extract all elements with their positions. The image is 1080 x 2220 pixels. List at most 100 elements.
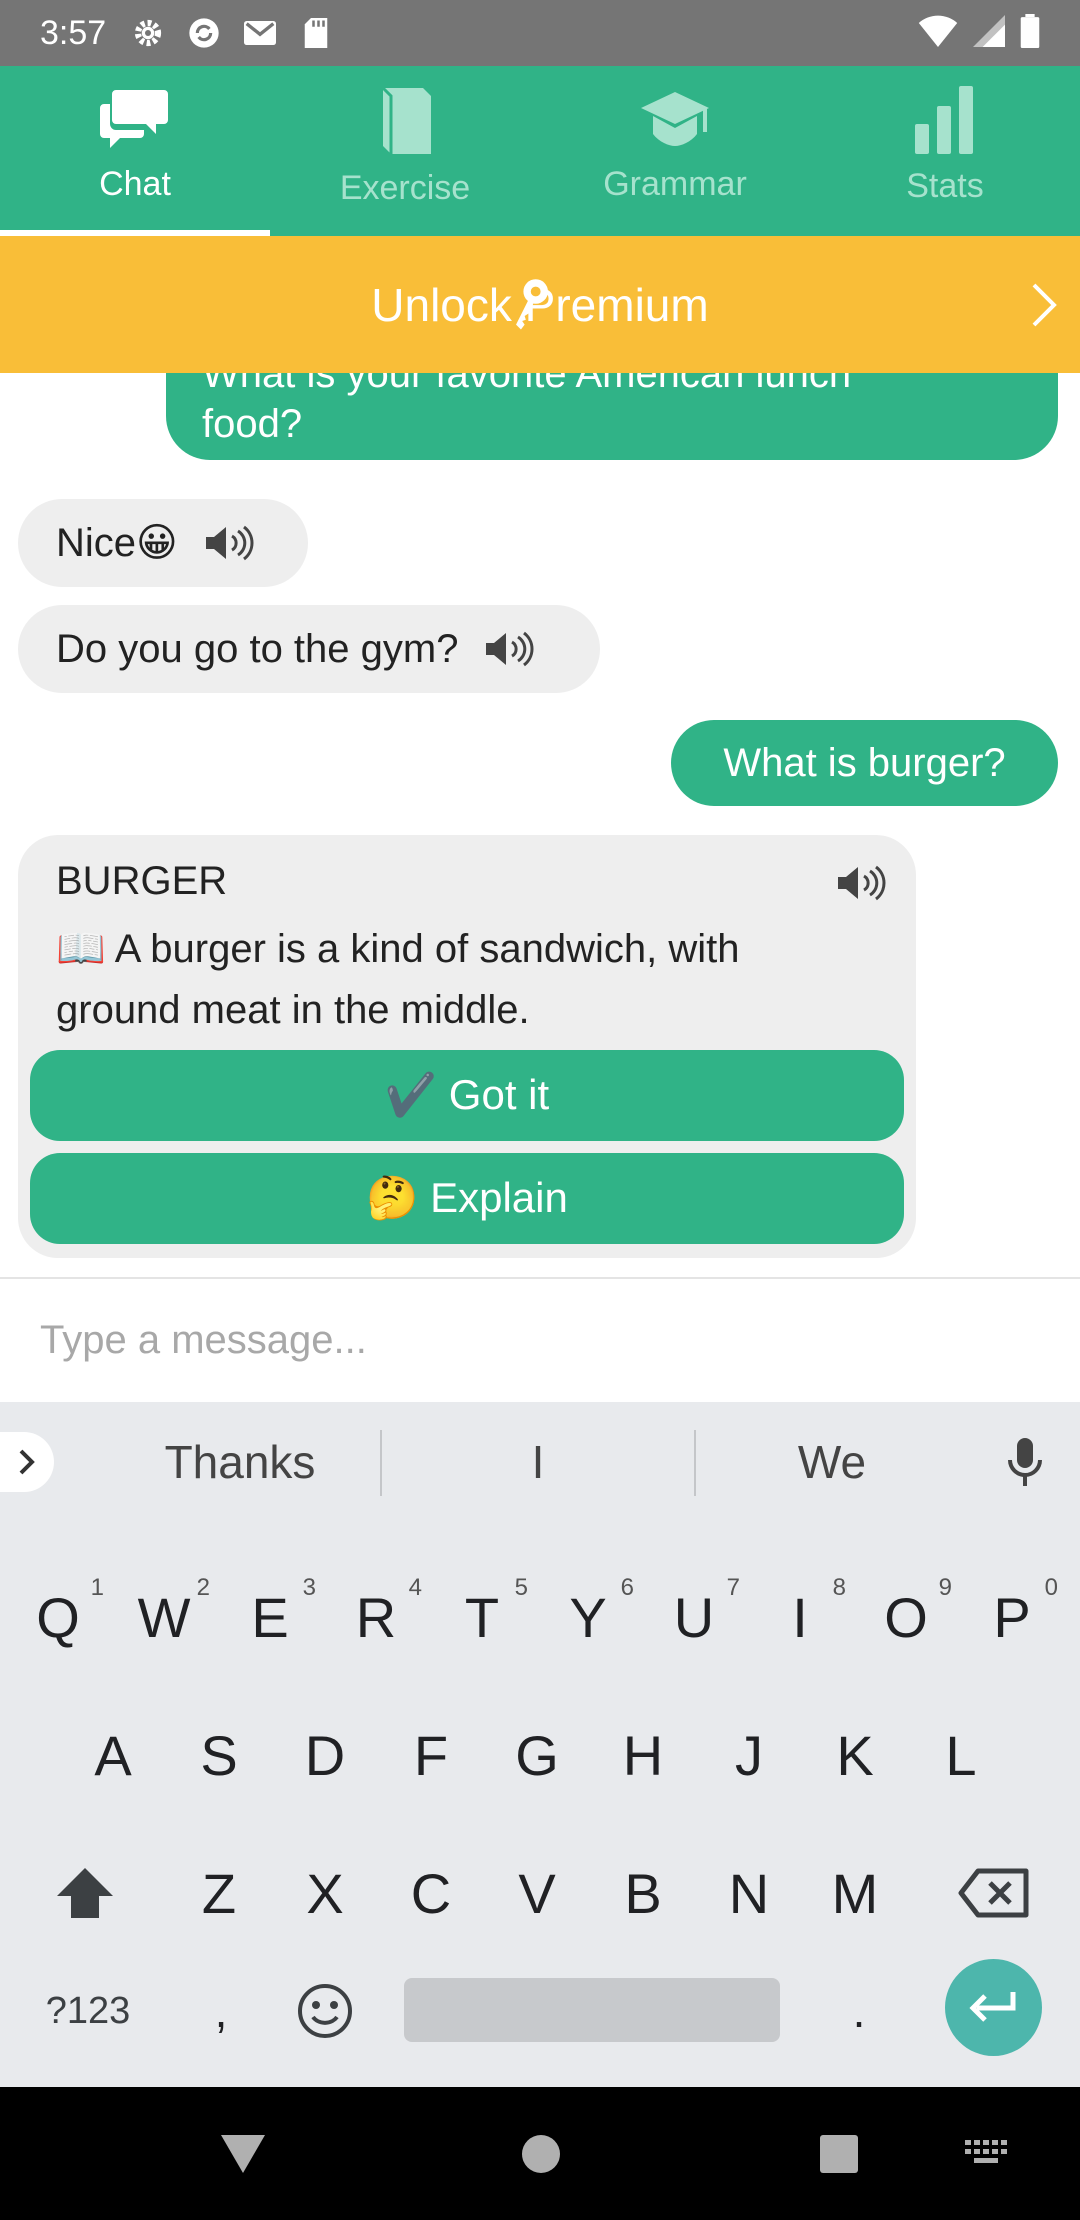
key-d[interactable]: D <box>284 1710 366 1800</box>
key-z[interactable]: Z <box>178 1848 260 1938</box>
key-q[interactable]: Q1 <box>20 1572 104 1662</box>
key-label: T <box>464 1585 500 1649</box>
enter-key[interactable] <box>945 1959 1042 2056</box>
period-key[interactable]: . <box>818 1966 900 2056</box>
got-it-button[interactable]: ✔️ Got it <box>30 1050 904 1141</box>
key-s[interactable]: S <box>178 1710 260 1800</box>
message-text: Do you go to the gym? <box>56 626 459 671</box>
tab-label: Grammar <box>603 165 747 203</box>
chevron-right-icon <box>1030 282 1058 339</box>
suggestion-thanks[interactable]: Thanks <box>100 1402 380 1522</box>
key-w[interactable]: W2 <box>126 1572 210 1662</box>
key-f[interactable]: F <box>390 1710 472 1800</box>
message-text: What is burger? <box>723 740 1006 785</box>
key-a[interactable]: A <box>72 1710 154 1800</box>
message-input-bar <box>0 1277 1080 1402</box>
key-x[interactable]: X <box>284 1848 366 1938</box>
key-hint: 7 <box>726 1574 740 1601</box>
settings-gear-icon <box>132 17 164 49</box>
symbols-key[interactable]: ?123 <box>28 1966 148 2056</box>
chat-icon <box>100 86 170 157</box>
key-label: U <box>673 1585 715 1649</box>
key-g[interactable]: G <box>496 1710 578 1800</box>
key-hint: 5 <box>514 1574 528 1601</box>
key-y[interactable]: Y6 <box>550 1572 634 1662</box>
space-bar[interactable] <box>404 1978 780 2042</box>
definition-card: BURGER 📖 A burger is a kind of sandwich,… <box>18 835 916 1258</box>
chat-area[interactable]: What is your favorite American lunch foo… <box>0 373 1080 1278</box>
suggestion-i[interactable]: I <box>382 1402 694 1522</box>
microphone-icon[interactable] <box>990 1402 1060 1522</box>
speaker-icon[interactable] <box>484 631 534 667</box>
key-label: I <box>792 1585 808 1649</box>
message-input[interactable] <box>38 1317 938 1364</box>
key-u[interactable]: U7 <box>656 1572 740 1662</box>
chat-message-user: What is burger? <box>671 720 1058 806</box>
key-m[interactable]: M <box>814 1848 896 1938</box>
key-hint: 6 <box>620 1574 634 1601</box>
tab-exercise[interactable]: Exercise <box>270 66 540 236</box>
explain-button[interactable]: 🤔 Explain <box>30 1153 904 1244</box>
home-circle-icon[interactable] <box>498 2087 584 2220</box>
shift-key[interactable] <box>40 1848 130 1938</box>
key-hint: 3 <box>302 1574 316 1601</box>
gmail-icon <box>244 17 277 49</box>
key-c[interactable]: C <box>390 1848 472 1938</box>
key-o[interactable]: O9 <box>868 1572 952 1662</box>
key-b[interactable]: B <box>602 1848 684 1938</box>
tab-grammar[interactable]: Grammar <box>540 66 810 236</box>
key-hint: 8 <box>832 1574 846 1601</box>
key-n[interactable]: N <box>708 1848 790 1938</box>
tab-chat[interactable]: Chat <box>0 66 270 236</box>
key-hint: 1 <box>90 1574 104 1601</box>
definition-word: BURGER <box>56 859 228 903</box>
speaker-icon[interactable] <box>204 525 254 561</box>
key-hint: 0 <box>1044 1574 1058 1601</box>
cell-signal-icon <box>972 14 1006 52</box>
expand-toolbar-button[interactable] <box>0 1432 54 1492</box>
key-r[interactable]: R4 <box>338 1572 422 1662</box>
back-triangle-icon[interactable] <box>200 2087 286 2220</box>
chat-message-bot: Do you go to the gym? <box>18 605 600 693</box>
key-label: E <box>251 1585 289 1649</box>
key-label: W <box>137 1585 191 1649</box>
key-p[interactable]: P0 <box>974 1572 1058 1662</box>
sync-app-icon <box>188 17 220 49</box>
key-h[interactable]: H <box>602 1710 684 1800</box>
key-e[interactable]: E3 <box>232 1572 316 1662</box>
chat-message-bot: Nice😀 <box>18 499 308 587</box>
speaker-icon[interactable] <box>836 865 886 906</box>
key-j[interactable]: J <box>708 1710 790 1800</box>
key-k[interactable]: K <box>814 1710 896 1800</box>
key-t[interactable]: T5 <box>444 1572 528 1662</box>
status-bar: 3:57 <box>0 0 1080 66</box>
key-label: O <box>884 1585 928 1649</box>
comma-key[interactable]: , <box>186 1966 256 2056</box>
key-label: Q <box>36 1585 80 1649</box>
keyboard: Q1 W2 E3 R4 T5 Y6 U7 I8 O9 P0 A S D F G … <box>0 1522 1080 2087</box>
recents-square-icon[interactable] <box>796 2087 882 2220</box>
emoji-icon[interactable] <box>284 1966 366 2056</box>
bar-chart-icon <box>915 86 975 159</box>
keyboard-switch-icon[interactable] <box>952 2087 1022 2220</box>
key-l[interactable]: L <box>920 1710 1002 1800</box>
key-hint: 2 <box>196 1574 210 1601</box>
tab-stats[interactable]: Stats <box>810 66 1080 236</box>
wifi-icon <box>918 15 958 52</box>
sd-card-icon <box>300 17 332 49</box>
key-i[interactable]: I8 <box>762 1572 846 1662</box>
tab-label: Exercise <box>339 169 471 207</box>
key-v[interactable]: V <box>496 1848 578 1938</box>
definition-text: 📖 A burger is a kind of sandwich, with g… <box>56 927 740 1032</box>
backspace-icon[interactable] <box>944 1848 1044 1938</box>
key-hint: 9 <box>938 1574 952 1601</box>
key-label: P <box>993 1585 1031 1649</box>
message-text: food? <box>202 402 303 446</box>
keyboard-suggestion-strip: Thanks I We <box>0 1402 1080 1522</box>
status-time: 3:57 <box>40 13 107 52</box>
battery-icon <box>1020 13 1040 53</box>
unlock-premium-banner[interactable]: Unlock Premium <box>0 236 1080 373</box>
graduation-cap-icon <box>639 86 711 157</box>
book-icon <box>377 86 433 161</box>
suggestion-we[interactable]: We <box>696 1402 968 1522</box>
